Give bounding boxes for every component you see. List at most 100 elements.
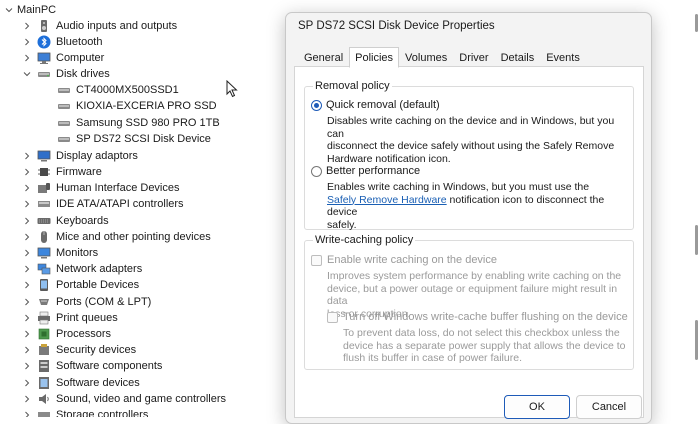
- better-performance-radio[interactable]: [311, 165, 322, 177]
- tab-driver[interactable]: Driver: [453, 47, 494, 67]
- enable-write-caching-checkbox[interactable]: [311, 254, 322, 266]
- tab-volumes[interactable]: Volumes: [399, 47, 453, 67]
- chevron-right-icon[interactable]: [22, 18, 32, 34]
- scrollbar-thumb[interactable]: [695, 225, 698, 255]
- cancel-button[interactable]: Cancel: [576, 395, 642, 419]
- enable-write-caching-option[interactable]: Enable write caching on the device: [311, 254, 497, 266]
- tree-item-label: Firmware: [56, 166, 102, 178]
- chevron-right-icon[interactable]: [22, 245, 32, 261]
- tree-item-ports[interactable]: Ports (COM & LPT): [22, 294, 151, 310]
- disk-drive-icon: [57, 83, 71, 97]
- keyboard-icon: [37, 214, 51, 228]
- software-device-icon: [37, 376, 51, 390]
- chevron-right-icon[interactable]: [22, 229, 32, 245]
- tree-item-portable[interactable]: Portable Devices: [22, 277, 139, 293]
- enable-write-caching-label: Enable write caching on the device: [327, 254, 497, 266]
- chevron-right-icon[interactable]: [22, 391, 32, 407]
- tree-item-label: IDE ATA/ATAPI controllers: [56, 198, 184, 210]
- chevron-right-icon[interactable]: [22, 310, 32, 326]
- tree-root-label: MainPC: [17, 4, 57, 16]
- ok-button[interactable]: OK: [504, 395, 570, 419]
- security-device-icon: [37, 343, 51, 357]
- tree-item-keyboards[interactable]: Keyboards: [22, 213, 109, 229]
- tab-general[interactable]: General: [298, 47, 349, 67]
- disk-item[interactable]: SP DS72 SCSI Disk Device: [57, 131, 211, 147]
- better-performance-description: Enables write caching in Windows, but yo…: [327, 181, 633, 231]
- tree-item-hid[interactable]: Human Interface Devices: [22, 180, 180, 196]
- description-line: flush its buffer in case of power failur…: [343, 352, 522, 364]
- disk-item[interactable]: KIOXIA-EXCERIA PRO SSD: [57, 98, 217, 114]
- policies-panel: Removal policy Quick removal (default) D…: [294, 66, 644, 418]
- tree-item-security[interactable]: Security devices: [22, 342, 136, 358]
- description-line: Enables write caching in Windows, but yo…: [327, 181, 590, 193]
- quick-removal-option[interactable]: Quick removal (default): [311, 99, 440, 111]
- portable-device-icon: [37, 278, 51, 292]
- chevron-right-icon[interactable]: [22, 34, 32, 50]
- computer-icon: [37, 51, 51, 65]
- quick-removal-description: Disables write caching on the device and…: [327, 115, 633, 165]
- disk-item[interactable]: Samsung SSD 980 PRO 1TB: [57, 115, 220, 131]
- tree-item-display[interactable]: Display adaptors: [22, 148, 138, 164]
- mouse-icon: [37, 230, 51, 244]
- tree-item-audio[interactable]: Audio inputs and outputs: [22, 18, 177, 34]
- tree-item-label: Processors: [56, 328, 112, 340]
- turn-off-flushing-checkbox[interactable]: [327, 311, 338, 323]
- tree-item-processors[interactable]: Processors: [22, 326, 111, 342]
- disk-drive-icon: [57, 116, 71, 130]
- disk-item-label: CT4000MX500SSD1: [76, 84, 179, 96]
- tab-details[interactable]: Details: [495, 47, 541, 67]
- chevron-right-icon[interactable]: [22, 294, 32, 310]
- chip-icon: [37, 165, 51, 179]
- chevron-right-icon[interactable]: [22, 180, 32, 196]
- turn-off-flushing-label: Turn off Windows write-cache buffer flus…: [343, 311, 628, 323]
- disk-drive-icon: [57, 99, 71, 113]
- chevron-down-icon[interactable]: [22, 66, 32, 82]
- tree-item-software-components[interactable]: Software components: [22, 358, 162, 374]
- description-line: safely.: [327, 218, 357, 231]
- disk-item[interactable]: CT4000MX500SSD1: [57, 82, 179, 98]
- chevron-right-icon[interactable]: [22, 342, 32, 358]
- tree-item-sound[interactable]: Sound, video and game controllers: [22, 391, 226, 407]
- chevron-right-icon[interactable]: [22, 375, 32, 391]
- tree-item-software-devices[interactable]: Software devices: [22, 375, 140, 391]
- chevron-right-icon[interactable]: [22, 196, 32, 212]
- disk-item-label: KIOXIA-EXCERIA PRO SSD: [76, 100, 217, 112]
- chevron-right-icon[interactable]: [22, 164, 32, 180]
- chevron-right-icon[interactable]: [22, 213, 32, 229]
- scrollbar-thumb[interactable]: [695, 14, 698, 32]
- tree-item-label: Bluetooth: [56, 36, 103, 48]
- tree-item-disk-drives[interactable]: Disk drives: [22, 66, 110, 82]
- tree-item-firmware[interactable]: Firmware: [22, 164, 102, 180]
- tab-events[interactable]: Events: [540, 47, 586, 67]
- quick-removal-radio[interactable]: [311, 99, 322, 111]
- tree-item-print-queues[interactable]: Print queues: [22, 310, 118, 326]
- description-line: To prevent data loss, do not select this…: [343, 327, 620, 339]
- turn-off-flushing-option[interactable]: Turn off Windows write-cache buffer flus…: [327, 311, 628, 323]
- tree-item-label: Software devices: [56, 377, 140, 389]
- chevron-right-icon[interactable]: [22, 358, 32, 374]
- tree-item-monitors[interactable]: Monitors: [22, 245, 98, 261]
- chevron-right-icon[interactable]: [22, 277, 32, 293]
- tree-item-storage[interactable]: Storage controllers: [22, 407, 148, 417]
- tree-item-label: Network adapters: [56, 263, 143, 275]
- tree-item-computer[interactable]: Computer: [22, 50, 104, 66]
- tree-item-network[interactable]: Network adapters: [22, 261, 142, 277]
- chevron-right-icon[interactable]: [22, 326, 32, 342]
- tree-item-mice[interactable]: Mice and other pointing devices: [22, 229, 211, 245]
- chevron-right-icon[interactable]: [22, 50, 32, 66]
- write-caching-group: Write-caching policy Enable write cachin…: [304, 234, 634, 370]
- chevron-right-icon[interactable]: [22, 148, 32, 164]
- better-performance-option[interactable]: Better performance: [311, 165, 420, 177]
- chevron-right-icon[interactable]: [22, 407, 32, 417]
- chevron-down-icon[interactable]: [4, 2, 14, 18]
- scrollbar-thumb[interactable]: [695, 320, 698, 360]
- tree-item-ide[interactable]: IDE ATA/ATAPI controllers: [22, 196, 184, 212]
- tree-item-label: Sound, video and game controllers: [56, 393, 226, 405]
- safely-remove-hardware-link[interactable]: Safely Remove Hardware: [327, 194, 447, 206]
- tree-item-bluetooth[interactable]: Bluetooth: [22, 34, 102, 50]
- chevron-right-icon[interactable]: [22, 261, 32, 277]
- tab-policies[interactable]: Policies: [349, 47, 400, 68]
- properties-dialog: SP DS72 SCSI Disk Device Properties Gene…: [285, 12, 652, 424]
- tree-item-label: Disk drives: [56, 68, 110, 80]
- tree-root[interactable]: MainPC: [4, 2, 56, 18]
